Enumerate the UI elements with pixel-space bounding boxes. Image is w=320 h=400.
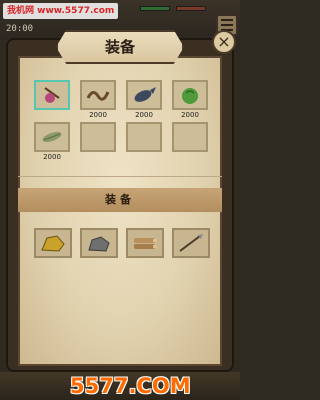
rope-icon: [86, 91, 110, 101]
panel-title: 装备: [56, 30, 184, 64]
wood-logs-icon: [134, 238, 157, 249]
item-count: 2000: [43, 153, 61, 161]
inventory-slot-corn[interactable]: 2000: [34, 122, 70, 161]
crafting-slot-spear[interactable]: [172, 228, 210, 258]
watermark-bottom: 5577.COM: [70, 374, 191, 398]
fish-icon: [134, 87, 156, 102]
crafting-slot-gold-ore[interactable]: [34, 228, 72, 258]
spear-icon: [179, 234, 203, 252]
stone-icon: [88, 236, 110, 252]
inventory-slot-green-cabbage[interactable]: 2000: [172, 80, 208, 119]
cabbage-icon: [182, 88, 198, 104]
item-count: 2000: [89, 111, 107, 119]
game-timer: 20:00: [6, 24, 34, 34]
gold-ore-icon: [41, 235, 65, 252]
crafting-slot-stone[interactable]: [80, 228, 118, 258]
inventory-slot-pink-berry[interactable]: [34, 80, 70, 110]
inventory-slot-empty[interactable]: [80, 122, 116, 152]
hunger-bar: [176, 6, 206, 11]
inventory-slot-fish[interactable]: 2000: [126, 80, 162, 119]
corn-icon: [42, 131, 62, 143]
crafting-slot-wood-logs[interactable]: [126, 228, 164, 258]
inventory-slot-rope[interactable]: 2000: [80, 80, 116, 119]
health-bar: [140, 6, 170, 11]
item-count: 2000: [181, 111, 199, 119]
pink-berry-icon: [44, 87, 60, 103]
inventory-slot-empty[interactable]: [172, 122, 208, 152]
item-count: 2000: [135, 111, 153, 119]
divider: [18, 176, 222, 177]
close-button[interactable]: ×: [212, 30, 236, 54]
watermark-top: 我机网 www.5577.com: [3, 3, 119, 19]
section-title: 装备: [18, 188, 222, 212]
inventory-slot-empty[interactable]: [126, 122, 162, 152]
